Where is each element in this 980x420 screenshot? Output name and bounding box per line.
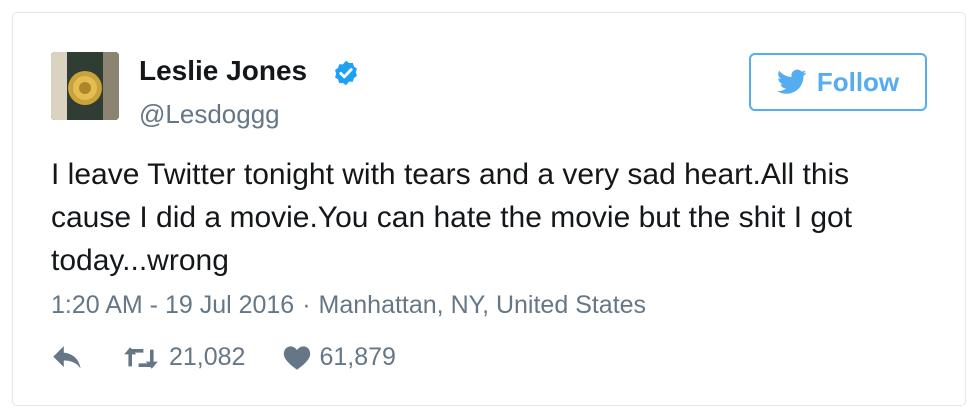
tweet-timestamp[interactable]: 1:20 AM - 19 Jul 2016 bbox=[51, 291, 294, 319]
tweet-meta: 1:20 AM - 19 Jul 2016 · Manhattan, NY, Uni… bbox=[51, 291, 646, 320]
tweet-actions: 21,082 61,879 bbox=[51, 343, 396, 372]
author-name[interactable]: Leslie Jones bbox=[139, 55, 307, 87]
follow-button[interactable]: Follow bbox=[749, 53, 927, 111]
meta-separator: · bbox=[302, 291, 311, 319]
author-handle[interactable]: @Lesdoggg bbox=[139, 99, 280, 130]
reply-icon[interactable] bbox=[51, 344, 85, 372]
retweet-count: 21,082 bbox=[169, 343, 246, 371]
tweet-text: I leave Twitter tonight with tears and a… bbox=[51, 158, 853, 277]
heart-icon bbox=[284, 345, 311, 370]
verified-badge-icon bbox=[335, 60, 357, 86]
retweet-icon bbox=[124, 346, 158, 369]
like-action[interactable]: 61,879 bbox=[245, 343, 396, 372]
tweet-location[interactable]: Manhattan, NY, United States bbox=[319, 291, 647, 319]
avatar[interactable] bbox=[51, 52, 119, 120]
avatar-image bbox=[51, 52, 119, 120]
twitter-bird-icon bbox=[776, 69, 807, 94]
follow-label: Follow bbox=[816, 66, 900, 97]
tweet-card: Leslie Jones @Lesdoggg Follow I leave Tw… bbox=[12, 12, 966, 406]
retweet-action[interactable]: 21,082 bbox=[123, 343, 245, 372]
like-count: 61,879 bbox=[319, 343, 396, 371]
